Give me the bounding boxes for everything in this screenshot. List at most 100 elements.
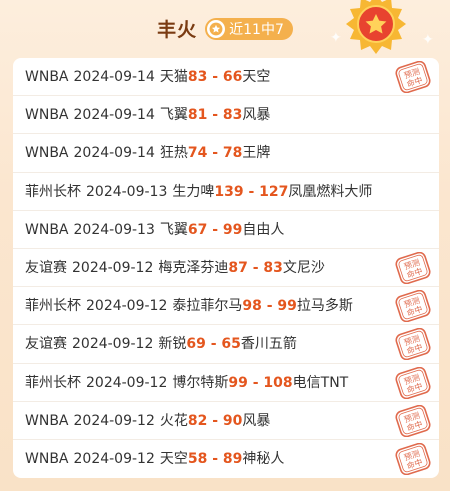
- home-team: 梅克泽芬迪: [158, 259, 229, 276]
- away-score: 127: [259, 183, 289, 200]
- league-name: 友谊赛: [25, 336, 67, 353]
- match-row[interactable]: WNBA 2024-09-12 火花82 - 90风暴 预测 命中: [13, 402, 439, 440]
- away-team: 天空: [242, 69, 271, 85]
- match-date: 2024-09-12: [86, 374, 168, 391]
- score-separator: -: [243, 183, 260, 200]
- away-score: 108: [263, 374, 293, 391]
- home-team: 飞翼: [159, 221, 188, 238]
- match-date: 2024-09-13: [73, 221, 155, 238]
- match-row[interactable]: 菲州长杯 2024-09-13 生力啤139 - 127凤凰燃料大师: [13, 173, 439, 211]
- match-date: 2024-09-13: [86, 183, 168, 200]
- prediction-hit-stamp: 预测命中: [395, 328, 431, 361]
- record-badge-text: 近11中7: [229, 21, 284, 38]
- prediction-hit-stamp: 预测命中: [395, 290, 431, 323]
- home-score: 69: [186, 336, 206, 353]
- match-date: 2024-09-14: [73, 107, 155, 124]
- league-name: 菲州长杯: [25, 298, 81, 315]
- away-team: 电信TNT: [292, 374, 349, 391]
- away-team: 风暴: [242, 412, 271, 429]
- league-name: 菲州长杯: [25, 374, 81, 391]
- league-name: WNBA: [25, 145, 69, 162]
- match-row[interactable]: 友谊赛 2024-09-12 新锐69 - 65香川五箭 预测 命中: [13, 325, 439, 364]
- prediction-hit-stamp: 预测命中: [395, 61, 431, 93]
- score-separator: -: [207, 145, 223, 162]
- score-separator: -: [261, 298, 278, 315]
- prediction-hit-stamp: 预测命中: [395, 442, 431, 475]
- star-icon: [207, 19, 226, 38]
- home-team: 泰拉菲尔马: [172, 298, 243, 315]
- away-team: 香川五箭: [240, 336, 297, 353]
- home-score: 67: [187, 221, 208, 238]
- home-team: 新锐: [158, 336, 187, 353]
- league-name: 友谊赛: [25, 259, 67, 276]
- away-score: 99: [277, 298, 297, 315]
- home-score: 98: [242, 298, 262, 315]
- score-separator: -: [207, 107, 223, 124]
- away-team: 文尼沙: [282, 259, 325, 276]
- home-score: 81: [187, 107, 208, 124]
- home-score: 87: [228, 259, 248, 276]
- home-team: 天空: [159, 450, 188, 467]
- score-separator: -: [207, 221, 223, 238]
- match-date: 2024-09-14: [73, 69, 155, 85]
- match-date: 2024-09-14: [73, 145, 155, 162]
- match-row[interactable]: WNBA 2024-09-14 狂热74 - 78王牌: [13, 134, 439, 173]
- prediction-hit-stamp: 预测命中: [395, 366, 431, 399]
- match-row[interactable]: WNBA 2024-09-14 天猫83 - 66天空 预测 命中: [13, 58, 439, 97]
- home-team: 飞翼: [159, 107, 188, 124]
- away-score: 83: [222, 107, 243, 124]
- home-score: 99: [228, 374, 248, 391]
- away-score: 66: [222, 69, 243, 85]
- match-date: 2024-09-12: [72, 259, 154, 276]
- league-name: WNBA: [25, 69, 69, 85]
- away-score: 78: [222, 145, 243, 162]
- match-date: 2024-09-12: [72, 336, 154, 353]
- away-score: 90: [222, 412, 243, 429]
- away-score: 83: [263, 259, 283, 276]
- score-separator: -: [247, 259, 264, 276]
- home-team: 狂热: [159, 145, 188, 162]
- score-separator: -: [205, 336, 222, 353]
- league-name: WNBA: [25, 107, 69, 124]
- match-list: WNBA 2024-09-14 天猫83 - 66天空 预测 命中 WNBA 2024-09…: [13, 58, 439, 478]
- away-team: 王牌: [242, 145, 271, 162]
- away-team: 凤凰燃料大师: [288, 183, 373, 200]
- home-team: 博尔特斯: [172, 374, 229, 391]
- league-name: WNBA: [25, 450, 69, 467]
- away-score: 99: [222, 221, 243, 238]
- match-row[interactable]: 友谊赛 2024-09-12 梅克泽芬迪87 - 83文尼沙 预测 命中: [13, 249, 439, 288]
- match-date: 2024-09-12: [73, 412, 155, 429]
- score-separator: -: [207, 412, 223, 429]
- score-separator: -: [207, 69, 223, 85]
- away-team: 神秘人: [242, 450, 285, 467]
- prediction-hit-stamp: 预测命中: [395, 404, 431, 437]
- match-date: 2024-09-12: [73, 450, 155, 467]
- home-team: 天猫: [159, 69, 188, 85]
- score-separator: -: [247, 374, 264, 391]
- match-row[interactable]: WNBA 2024-09-12 天空58 - 89神秘人 预测 命中: [13, 440, 439, 478]
- league-name: WNBA: [25, 221, 69, 238]
- panel-header: 丰火 近11中7 ✦ ✦: [0, 0, 450, 56]
- home-team: 生力啤: [172, 183, 215, 200]
- record-badge: 近11中7: [205, 17, 293, 40]
- home-team: 火花: [159, 412, 188, 429]
- match-row[interactable]: 菲州长杯 2024-09-12 泰拉菲尔马98 - 99拉马多斯 预测 命中: [13, 287, 439, 326]
- home-score: 139: [214, 183, 244, 200]
- home-score: 74: [187, 145, 208, 162]
- expert-record-panel: 丰火 近11中7 ✦ ✦ WNBA 2024-09-14 天猫83 - 66天空 预测…: [0, 0, 450, 491]
- score-separator: -: [207, 450, 223, 467]
- league-name: WNBA: [25, 412, 69, 429]
- prediction-hit-stamp: 预测命中: [395, 251, 431, 284]
- home-score: 83: [187, 69, 208, 85]
- match-date: 2024-09-12: [86, 298, 168, 315]
- away-team: 自由人: [242, 221, 285, 238]
- match-row[interactable]: WNBA 2024-09-14 飞翼81 - 83风暴: [13, 96, 439, 135]
- match-row[interactable]: WNBA 2024-09-13 飞翼67 - 99自由人: [13, 211, 439, 249]
- sparkle-icon: ✦: [330, 30, 342, 46]
- medal-icon: [346, 0, 406, 54]
- match-row[interactable]: 菲州长杯 2024-09-12 博尔特斯99 - 108电信TNT 预测 命中: [13, 364, 439, 402]
- away-score: 65: [221, 336, 241, 353]
- away-score: 89: [222, 450, 243, 467]
- league-name: 菲州长杯: [25, 183, 81, 200]
- home-score: 82: [187, 412, 208, 429]
